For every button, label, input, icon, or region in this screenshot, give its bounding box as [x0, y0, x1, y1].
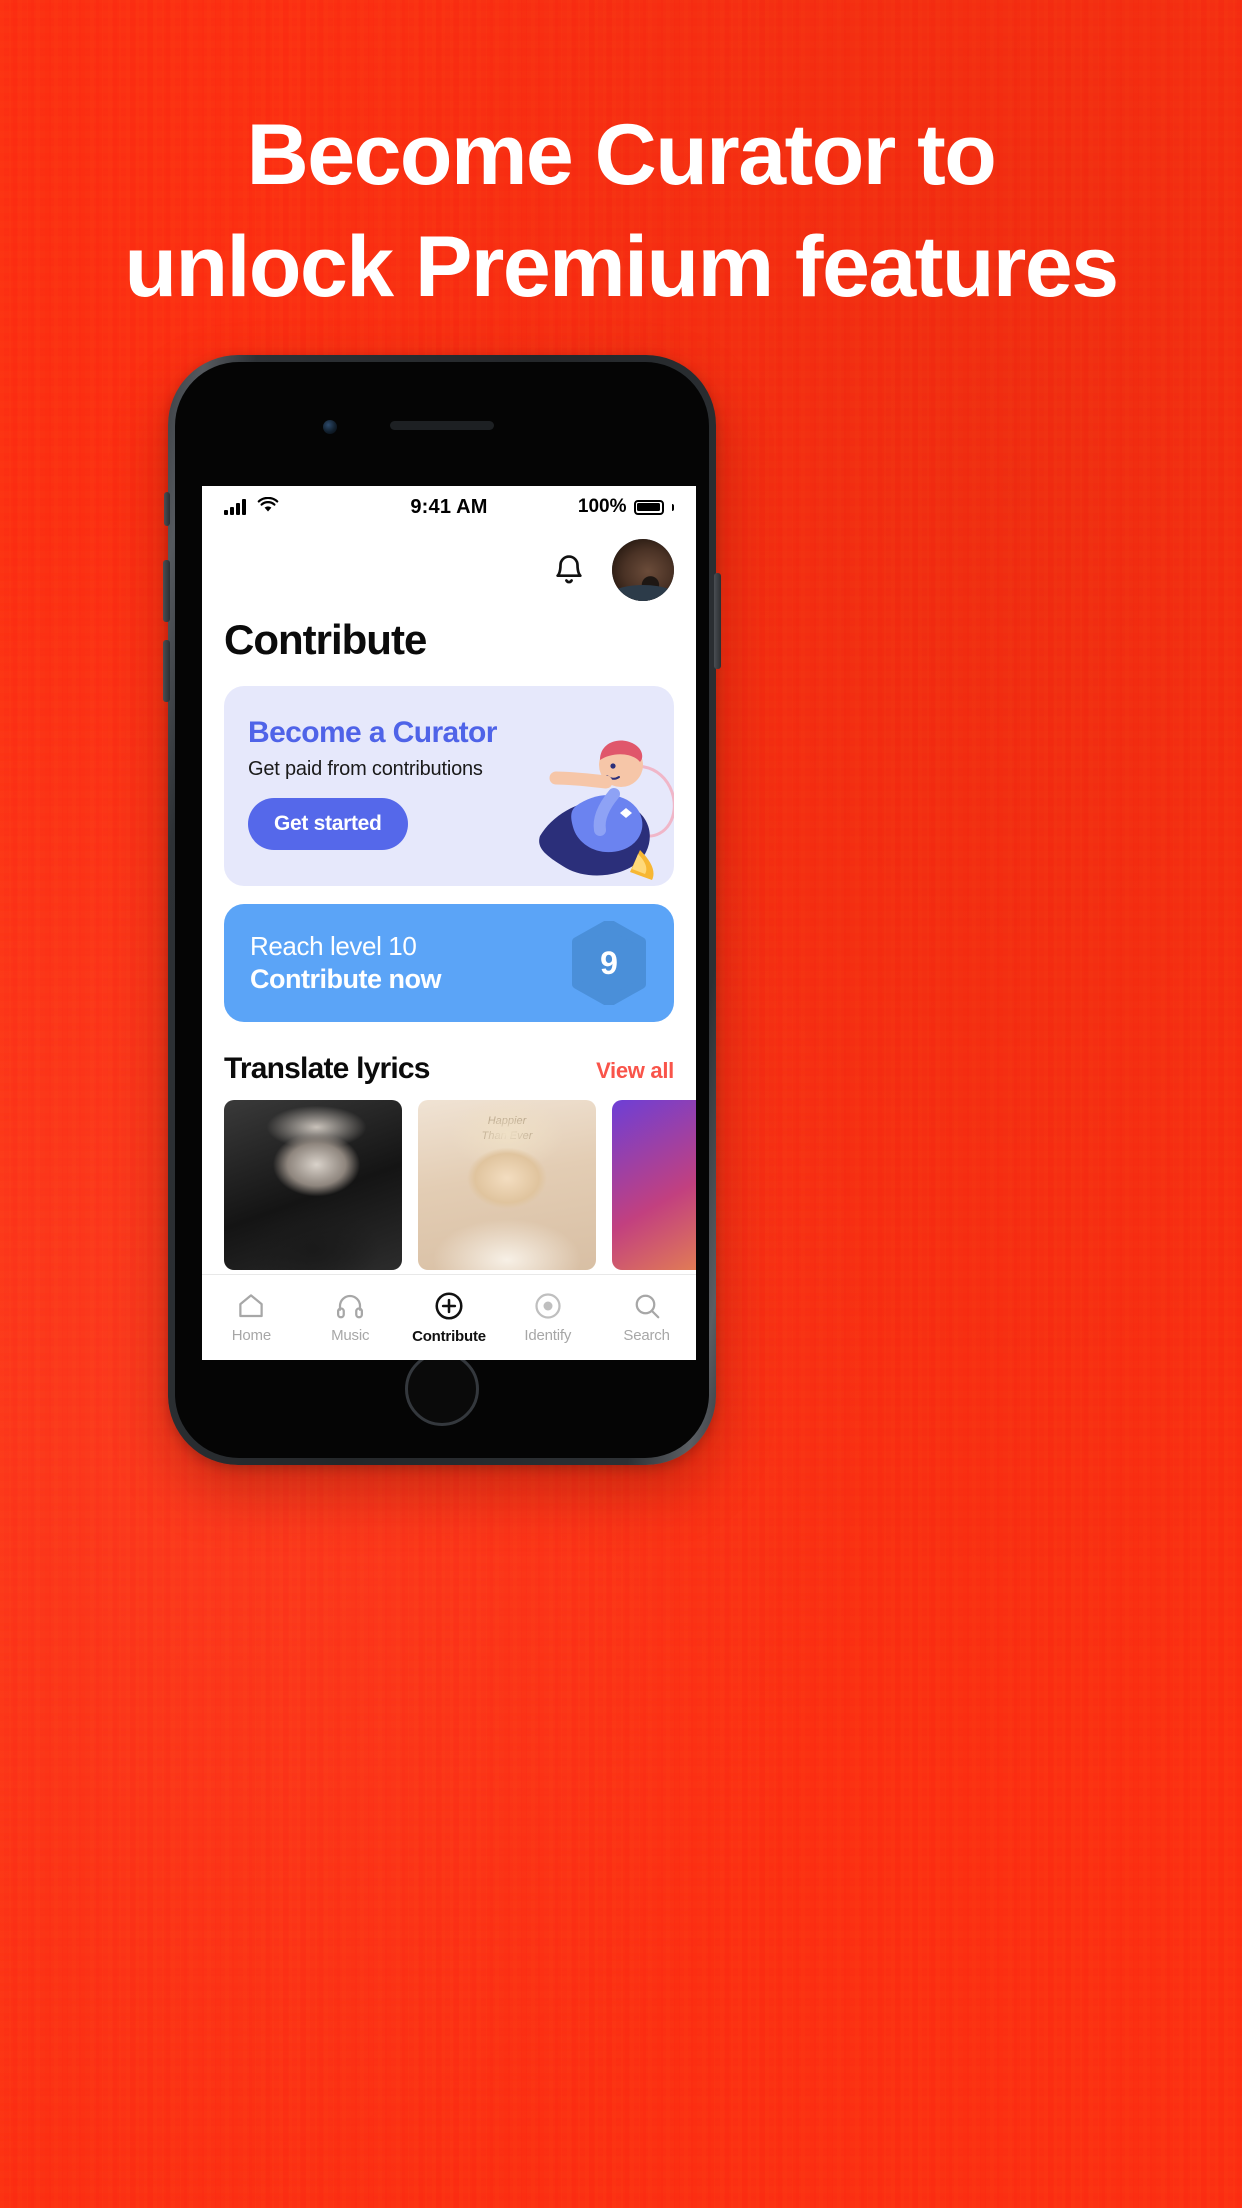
app-header	[202, 528, 696, 612]
home-button[interactable]	[405, 1352, 479, 1426]
album-art-drake[interactable]	[224, 1100, 402, 1270]
curator-card-text: Become a Curator Get paid from contribut…	[224, 686, 674, 850]
curator-card-title: Become a Curator	[248, 716, 497, 749]
page-title: Contribute	[224, 616, 427, 663]
tab-music[interactable]: Music	[301, 1291, 400, 1344]
headline-line-1: Become Curator to	[246, 107, 997, 203]
tab-search-label: Search	[623, 1327, 670, 1344]
section-title: Translate lyrics	[224, 1052, 430, 1085]
phone-screen: 9:41 AM 100% Contribute Become a Curator…	[202, 486, 696, 1360]
tab-search[interactable]: Search	[597, 1291, 696, 1344]
headline-line-2: unlock Premium features	[124, 219, 1119, 315]
translate-lyrics-cards[interactable]: Happier Than Ever	[202, 1086, 696, 1270]
translate-lyrics-header: Translate lyrics View all	[202, 1022, 696, 1086]
level-card-text: Reach level 10 Contribute now	[250, 931, 441, 995]
earpiece-speaker	[390, 421, 494, 430]
curator-card-subtitle: Get paid from contributions	[248, 758, 483, 780]
status-bar: 9:41 AM 100%	[202, 486, 696, 528]
tab-music-label: Music	[331, 1327, 370, 1344]
bottom-tab-bar: Home Music Contribute Identify Search	[202, 1274, 696, 1360]
become-curator-card[interactable]: Become a Curator Get paid from contribut…	[224, 686, 674, 886]
status-bar-clock: 9:41 AM	[410, 495, 488, 518]
view-all-link[interactable]: View all	[596, 1058, 674, 1084]
front-camera	[323, 420, 337, 434]
tab-identify-label: Identify	[524, 1327, 572, 1344]
tab-identify[interactable]: Identify	[498, 1291, 597, 1344]
promo-headline: Become Curator to unlock Premium feature…	[0, 112, 1242, 310]
level-badge: 9	[570, 921, 648, 1005]
bell-icon[interactable]	[552, 553, 586, 587]
get-started-button[interactable]: Get started	[248, 798, 408, 850]
level-card-line-1: Reach level 10	[250, 931, 417, 961]
phone-mockup: 9:41 AM 100% Contribute Become a Curator…	[163, 355, 721, 1465]
album-art-billie-eilish[interactable]: Happier Than Ever	[418, 1100, 596, 1270]
level-progress-card[interactable]: Reach level 10 Contribute now 9	[224, 904, 674, 1022]
level-badge-value: 9	[600, 944, 618, 981]
tab-home[interactable]: Home	[202, 1291, 301, 1344]
power-button	[714, 573, 721, 669]
phone-body: 9:41 AM 100% Contribute Become a Curator…	[175, 362, 709, 1458]
album-art-gradient[interactable]	[612, 1100, 696, 1270]
tab-contribute-label: Contribute	[412, 1328, 486, 1345]
volume-up-button	[163, 560, 170, 622]
mute-switch	[164, 492, 170, 526]
volume-down-button	[163, 640, 170, 702]
tab-contribute[interactable]: Contribute	[400, 1290, 499, 1345]
level-card-line-2: Contribute now	[250, 964, 441, 994]
tab-home-label: Home	[231, 1327, 271, 1344]
album-caption: Happier Than Ever	[481, 1115, 533, 1142]
avatar[interactable]	[612, 539, 674, 601]
